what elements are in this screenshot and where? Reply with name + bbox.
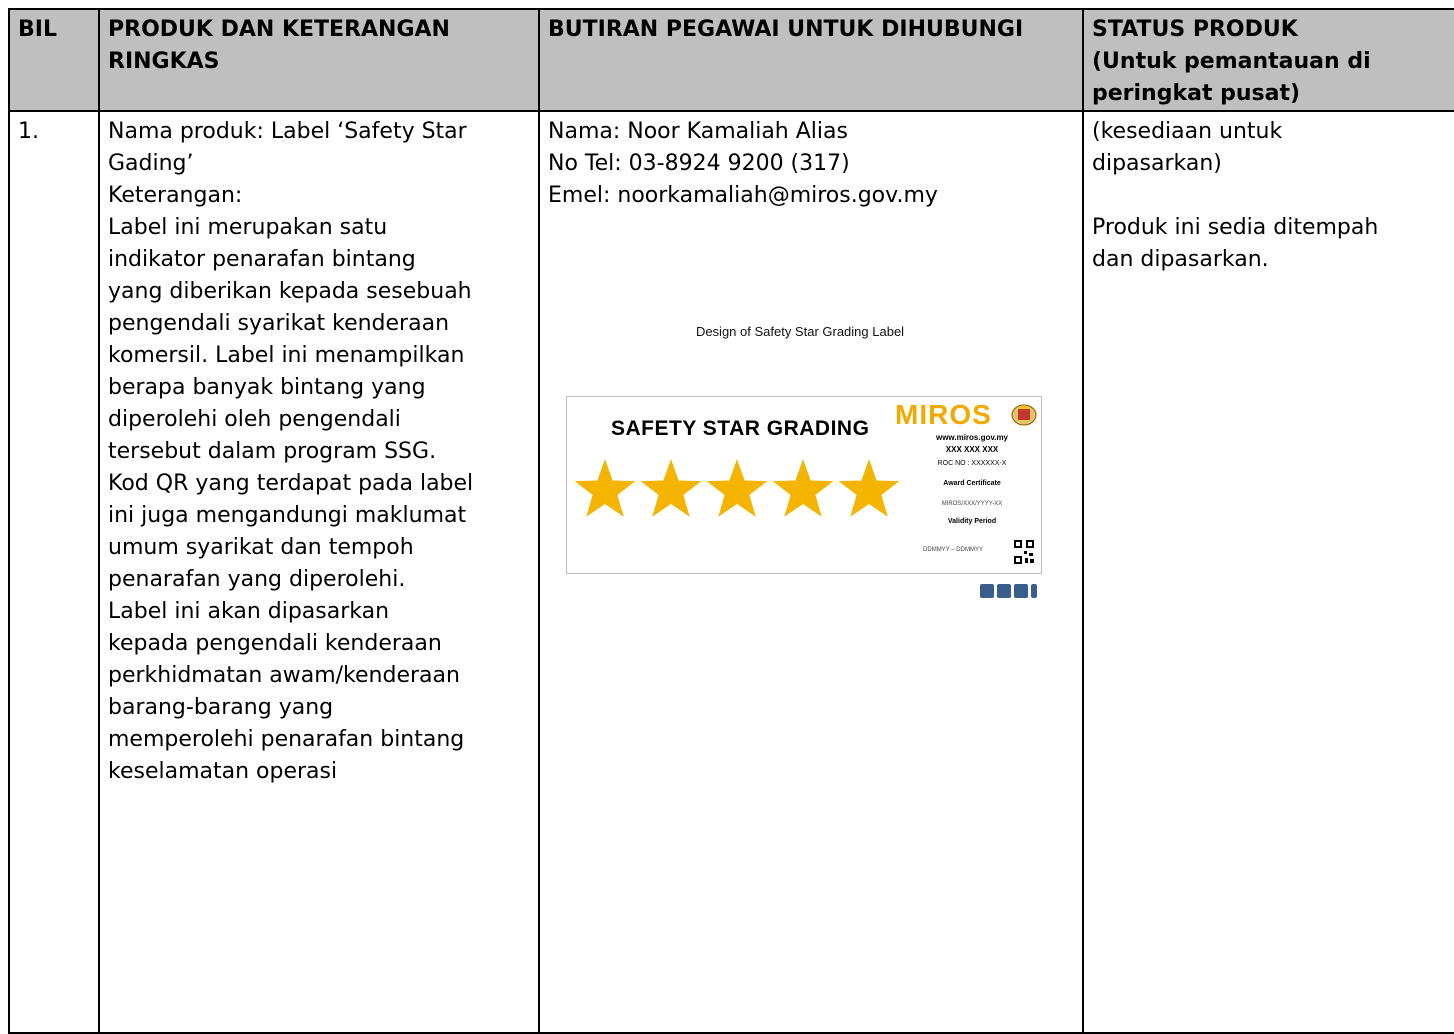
product-table: BIL PRODUK DAN KETERANGAN RINGKAS BUTIRA… <box>8 8 1454 1034</box>
fit-icon <box>997 584 1011 598</box>
produk-line: ini juga mengandungi maklumat <box>108 503 467 528</box>
produk-line: keselamatan operasi <box>108 759 338 784</box>
star-icon <box>640 459 702 517</box>
produk-line: perkhidmatan awam/kenderaan <box>108 663 460 688</box>
qr-code-icon <box>1013 539 1035 565</box>
label-phone: XXX XXX XXX <box>945 445 999 454</box>
cell-produk: Nama produk: Label ‘Safety Star Gading’ … <box>98 110 540 1034</box>
close-icon <box>980 584 994 598</box>
label-roc: ROC NO : XXXXXX-X <box>937 460 1007 467</box>
produk-line: Kod QR yang terdapat pada label <box>108 471 474 496</box>
star-icon <box>838 459 900 517</box>
star-icon <box>574 459 636 517</box>
produk-line: yang diberikan kepada sesebuah <box>108 279 472 304</box>
produk-line: barang-barang yang <box>108 695 334 720</box>
star-icon <box>772 459 834 517</box>
produk-line: Nama produk: Label ‘Safety Star <box>108 119 467 144</box>
header-produk: PRODUK DAN KETERANGAN RINGKAS <box>98 8 540 112</box>
label-title: SAFETY STAR GRADING <box>611 417 870 440</box>
figure-caption: Design of Safety Star Grading Label <box>695 324 905 339</box>
label-validity-value: DDMMYY – DDMMYY <box>923 547 983 553</box>
contact-email: Emel: noorkamaliah@miros.gov.my <box>548 183 938 208</box>
produk-line: tersebut dalam program SSG. <box>108 439 437 464</box>
label-award-no: MIROS/XXX/YYYY-XX <box>941 501 1003 507</box>
more-icon <box>1031 584 1037 598</box>
cell-status: (kesediaan untuk dipasarkan) Produk ini … <box>1082 110 1454 1034</box>
label-award: Award Certificate <box>943 480 1001 487</box>
label-info-block: MIROS www.miros.gov.my XXX XXX XXX ROC N… <box>895 397 1041 573</box>
status-line: Produk ini sedia ditempah <box>1092 215 1379 240</box>
table-row: 1. Nama produk: Label ‘Safety Star Gadin… <box>8 110 1454 1034</box>
produk-line: berapa banyak bintang yang <box>108 375 426 400</box>
status-line: (kesediaan untuk <box>1092 119 1283 144</box>
miros-logo: MIROS <box>895 399 992 430</box>
produk-line: diperolehi oleh pengendali <box>108 407 401 432</box>
star-icon <box>706 459 768 517</box>
produk-line: Label ini merupakan satu <box>108 215 388 240</box>
header-butiran: BUTIRAN PEGAWAI UNTUK DIHUBUNGI <box>538 8 1084 112</box>
star-rating <box>574 459 900 517</box>
viewer-toolbar <box>980 584 1037 598</box>
produk-line: pengendali syarikat kenderaan <box>108 311 450 336</box>
status-line: dan dipasarkan. <box>1092 247 1269 272</box>
safety-star-label-figure: Design of Safety Star Grading Label SAFE… <box>548 320 1052 636</box>
header-status: STATUS PRODUK (Untuk pemantauan di perin… <box>1082 8 1454 112</box>
cell-bil: 1. <box>8 110 100 1034</box>
header-bil: BIL <box>8 8 100 112</box>
produk-line: memperolehi penarafan bintang <box>108 727 465 752</box>
produk-line: Label ini akan dipasarkan <box>108 599 390 624</box>
produk-line: Gading’ <box>108 151 194 176</box>
contact-phone: No Tel: 03-8924 9200 (317) <box>548 151 850 176</box>
crest-icon <box>1011 404 1037 426</box>
produk-line: penarafan yang diperolehi. <box>108 567 406 592</box>
produk-line: umum syarikat dan tempoh <box>108 535 414 560</box>
status-line: dipasarkan) <box>1092 151 1222 176</box>
header-row: BIL PRODUK DAN KETERANGAN RINGKAS BUTIRA… <box>8 8 1454 112</box>
produk-line: kepada pengendali kenderaan <box>108 631 442 656</box>
label-card: SAFETY STAR GRADING MIROS www.miros.gov.… <box>566 396 1042 574</box>
produk-line: indikator penarafan bintang <box>108 247 416 272</box>
label-website: www.miros.gov.my <box>935 433 1008 442</box>
contact-name: Nama: Noor Kamaliah Alias <box>548 119 848 144</box>
status-spacer <box>1092 180 1446 212</box>
produk-line: komersil. Label ini menampilkan <box>108 343 465 368</box>
label-validity: Validity Period <box>947 518 997 525</box>
cell-butiran: Nama: Noor Kamaliah Alias No Tel: 03-892… <box>538 110 1084 1034</box>
zoom-icon <box>1014 584 1028 598</box>
produk-line: Keterangan: <box>108 183 243 208</box>
